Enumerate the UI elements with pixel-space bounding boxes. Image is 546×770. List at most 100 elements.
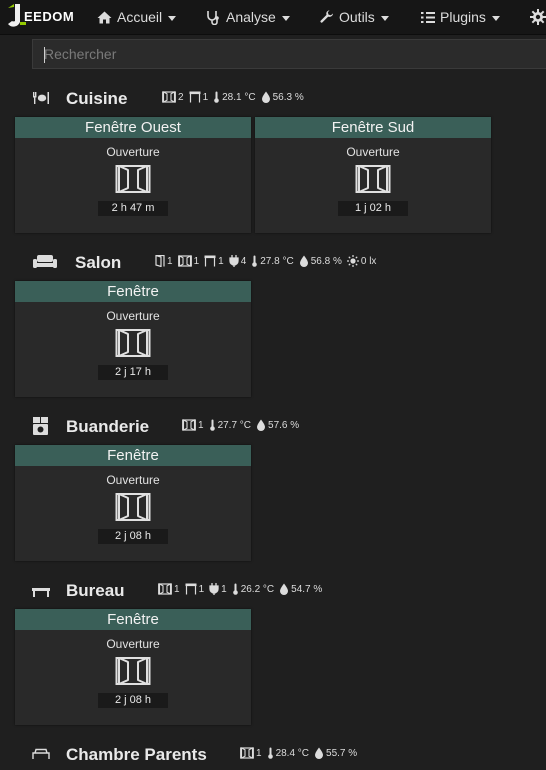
sun-icon <box>347 255 359 267</box>
window-icon <box>178 255 192 267</box>
room-summary: 2 1 28.1 °C 56.3 % <box>162 91 309 103</box>
jeedom-logo[interactable]: EEDOM <box>6 2 78 32</box>
tasks-icon <box>421 11 435 23</box>
equipment-card: Fenêtre Ouverture 2 j 08 h <box>15 609 251 725</box>
summary-windows[interactable]: 1 <box>158 583 180 595</box>
nav-accueil[interactable]: Accueil <box>97 0 177 34</box>
summary-humidity[interactable]: 54.7 % <box>279 583 322 595</box>
sofa-icon <box>33 255 57 268</box>
bed-icon <box>32 748 50 759</box>
thermometer-icon <box>209 419 216 431</box>
command-name: Ouverture <box>106 637 160 651</box>
navbar: EEDOM Accueil Analyse Outils Plugins <box>0 0 546 35</box>
summary-temperature[interactable]: 27.8 °C <box>251 255 294 267</box>
plug-icon <box>209 583 219 595</box>
card-title[interactable]: Fenêtre <box>15 609 251 630</box>
summary-temperature[interactable]: 28.1 °C <box>213 91 256 103</box>
window-icon <box>240 747 254 759</box>
summary-humidity[interactable]: 56.3 % <box>261 91 304 103</box>
summary-shutters[interactable]: 1 <box>204 255 224 267</box>
open-window-icon <box>115 327 151 359</box>
command-name: Ouverture <box>106 309 160 323</box>
desk-icon <box>32 588 50 597</box>
summary-temperature[interactable]: 26.2 °C <box>232 583 274 595</box>
chevron-down-icon <box>168 15 177 21</box>
room-summary: 1 1 1 4 27.8 °C 56.8 % 0 lx <box>155 255 381 267</box>
chevron-down-icon <box>281 15 290 21</box>
chevron-down-icon <box>491 15 500 21</box>
summary-plugs[interactable]: 4 <box>229 255 246 267</box>
equipment-card: Fenêtre Ouverture 2 j 08 h <box>15 445 251 561</box>
humidity-drop-icon <box>261 91 271 103</box>
shutter-icon <box>185 583 197 595</box>
door-icon <box>155 255 165 267</box>
open-duration: 1 j 02 h <box>338 201 408 216</box>
summary-humidity[interactable]: 55.7 % <box>314 747 357 759</box>
room-name[interactable]: Cuisine <box>66 89 127 109</box>
summary-windows[interactable]: 1 <box>178 255 199 267</box>
open-duration: 2 h 47 m <box>98 201 168 216</box>
thermometer-icon <box>251 255 258 267</box>
nav-outils-label: Outils <box>339 9 375 25</box>
summary-shutters[interactable]: 1 <box>185 583 204 595</box>
summary-windows[interactable]: 2 <box>162 91 184 103</box>
summary-windows[interactable]: 1 <box>182 419 204 431</box>
summary-doors[interactable]: 1 <box>155 255 173 267</box>
summary-luminosity[interactable]: 0 lx <box>347 255 376 267</box>
summary-shutters[interactable]: 1 <box>189 91 208 103</box>
gear-icon <box>530 9 546 25</box>
card-title[interactable]: Fenêtre Sud <box>255 117 491 138</box>
card-title[interactable]: Fenêtre <box>15 281 251 302</box>
window-icon <box>162 91 176 103</box>
plug-icon <box>229 255 239 267</box>
humidity-drop-icon <box>279 583 289 595</box>
chevron-down-icon <box>380 15 389 21</box>
window-icon <box>158 583 172 595</box>
thermometer-icon <box>267 747 274 759</box>
command-name: Ouverture <box>106 145 160 159</box>
nav-analyse[interactable]: Analyse <box>206 0 290 34</box>
summary-windows[interactable]: 1 <box>240 747 262 759</box>
laundry-icon <box>33 417 48 435</box>
summary-temperature[interactable]: 27.7 °C <box>209 419 251 431</box>
room-header-salon: Salon 1 1 1 4 27.8 °C 56.8 % 0 lx <box>0 250 546 276</box>
equipment-card: Fenêtre Ouest Ouverture 2 h 47 m <box>15 117 251 233</box>
card-title[interactable]: Fenêtre Ouest <box>15 117 251 138</box>
room-header-cuisine: Cuisine 2 1 28.1 °C 56.3 % <box>0 86 546 112</box>
open-window-icon <box>115 163 151 195</box>
wrench-icon <box>320 10 333 23</box>
shutter-icon <box>204 255 216 267</box>
command-name: Ouverture <box>346 145 400 159</box>
search-field[interactable] <box>32 39 546 69</box>
open-duration: 2 j 08 h <box>98 693 168 708</box>
room-summary: 1 27.7 °C 57.6 % <box>182 419 304 431</box>
open-window-icon <box>115 491 151 523</box>
nav-plugins[interactable]: Plugins <box>421 0 500 34</box>
card-title[interactable]: Fenêtre <box>15 445 251 466</box>
open-duration: 2 j 17 h <box>98 365 168 380</box>
room-summary: 1 28.4 °C 55.7 % <box>240 747 362 759</box>
room-name[interactable]: Salon <box>75 253 121 273</box>
room-name[interactable]: Bureau <box>66 581 125 601</box>
search-input[interactable] <box>33 40 546 68</box>
window-icon <box>182 419 196 431</box>
equipment-card: Fenêtre Sud Ouverture 1 j 02 h <box>255 117 491 233</box>
open-duration: 2 j 08 h <box>98 529 168 544</box>
thermometer-icon <box>232 583 239 595</box>
equipment-card: Fenêtre Ouverture 2 j 17 h <box>15 281 251 397</box>
settings-menu[interactable] <box>530 0 546 34</box>
summary-plugs[interactable]: 1 <box>209 583 227 595</box>
room-summary: 1 1 1 26.2 °C 54.7 % <box>158 583 327 595</box>
summary-humidity[interactable]: 56.8 % <box>299 255 342 267</box>
summary-temperature[interactable]: 28.4 °C <box>267 747 309 759</box>
room-name[interactable]: Chambre Parents <box>66 745 207 765</box>
nav-outils[interactable]: Outils <box>320 0 389 34</box>
summary-humidity[interactable]: 57.6 % <box>256 419 299 431</box>
nav-plugins-label: Plugins <box>440 9 486 25</box>
nav-analyse-label: Analyse <box>226 9 276 25</box>
open-window-icon <box>115 655 151 687</box>
open-window-icon <box>355 163 391 195</box>
room-name[interactable]: Buanderie <box>66 417 149 437</box>
shutter-icon <box>189 91 201 103</box>
humidity-drop-icon <box>314 747 324 759</box>
